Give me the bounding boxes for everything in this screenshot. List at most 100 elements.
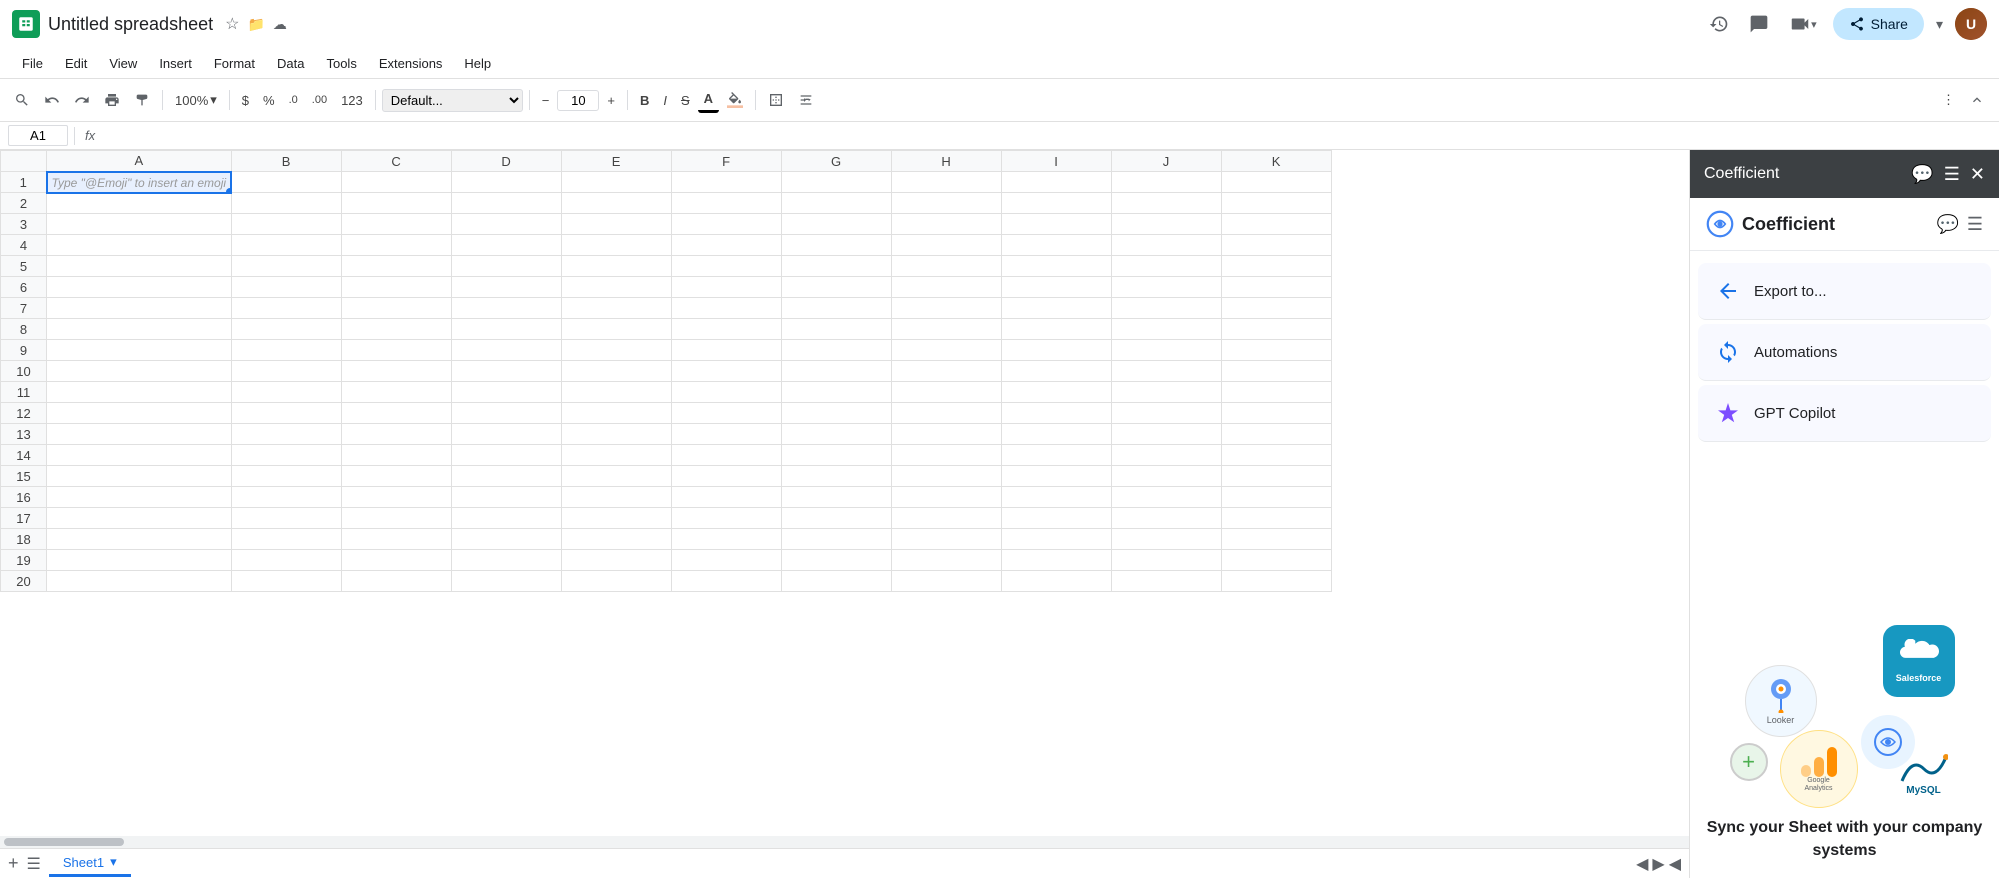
cell-G4[interactable] bbox=[781, 235, 891, 256]
avatar[interactable]: U bbox=[1955, 8, 1987, 40]
italic-button[interactable]: I bbox=[657, 89, 673, 112]
cell-E18[interactable] bbox=[561, 529, 671, 550]
cell-F6[interactable] bbox=[671, 277, 781, 298]
menu-tools[interactable]: Tools bbox=[316, 53, 366, 74]
cell-K13[interactable] bbox=[1221, 424, 1331, 445]
cell-J8[interactable] bbox=[1111, 319, 1221, 340]
cell-I16[interactable] bbox=[1001, 487, 1111, 508]
cell-E17[interactable] bbox=[561, 508, 671, 529]
cell-G1[interactable] bbox=[781, 172, 891, 193]
cell-D12[interactable] bbox=[451, 403, 561, 424]
cell-B11[interactable] bbox=[231, 382, 341, 403]
cell-G6[interactable] bbox=[781, 277, 891, 298]
cell-H1[interactable] bbox=[891, 172, 1001, 193]
cell-I11[interactable] bbox=[1001, 382, 1111, 403]
cell-J12[interactable] bbox=[1111, 403, 1221, 424]
cell-G3[interactable] bbox=[781, 214, 891, 235]
cell-H8[interactable] bbox=[891, 319, 1001, 340]
text-color-button[interactable]: A bbox=[698, 87, 719, 113]
cell-E11[interactable] bbox=[561, 382, 671, 403]
cell-G15[interactable] bbox=[781, 466, 891, 487]
cell-I12[interactable] bbox=[1001, 403, 1111, 424]
number-format-button[interactable]: 123 bbox=[335, 89, 369, 112]
cell-F12[interactable] bbox=[671, 403, 781, 424]
cell-J13[interactable] bbox=[1111, 424, 1221, 445]
cell-K11[interactable] bbox=[1221, 382, 1331, 403]
col-header-f[interactable]: F bbox=[671, 151, 781, 172]
cell-K10[interactable] bbox=[1221, 361, 1331, 382]
cell-C15[interactable] bbox=[341, 466, 451, 487]
cell-H6[interactable] bbox=[891, 277, 1001, 298]
cell-F16[interactable] bbox=[671, 487, 781, 508]
menu-edit[interactable]: Edit bbox=[55, 53, 97, 74]
cell-E3[interactable] bbox=[561, 214, 671, 235]
cell-I14[interactable] bbox=[1001, 445, 1111, 466]
cell-J16[interactable] bbox=[1111, 487, 1221, 508]
cell-D9[interactable] bbox=[451, 340, 561, 361]
cell-A3[interactable] bbox=[47, 214, 232, 235]
menu-format[interactable]: Format bbox=[204, 53, 265, 74]
col-header-b[interactable]: B bbox=[231, 151, 341, 172]
cell-C16[interactable] bbox=[341, 487, 451, 508]
cell-I19[interactable] bbox=[1001, 550, 1111, 571]
share-button[interactable]: Share bbox=[1833, 8, 1924, 40]
print-button[interactable] bbox=[98, 88, 126, 112]
cell-I7[interactable] bbox=[1001, 298, 1111, 319]
cell-I15[interactable] bbox=[1001, 466, 1111, 487]
cell-K7[interactable] bbox=[1221, 298, 1331, 319]
col-header-g[interactable]: G bbox=[781, 151, 891, 172]
cell-J9[interactable] bbox=[1111, 340, 1221, 361]
cell-F17[interactable] bbox=[671, 508, 781, 529]
cell-I20[interactable] bbox=[1001, 571, 1111, 592]
cell-G12[interactable] bbox=[781, 403, 891, 424]
cell-I10[interactable] bbox=[1001, 361, 1111, 382]
cell-D8[interactable] bbox=[451, 319, 561, 340]
cell-B14[interactable] bbox=[231, 445, 341, 466]
merge-button[interactable] bbox=[792, 88, 820, 112]
cell-H14[interactable] bbox=[891, 445, 1001, 466]
paint-format-button[interactable] bbox=[128, 88, 156, 112]
cell-C5[interactable] bbox=[341, 256, 451, 277]
cell-J5[interactable] bbox=[1111, 256, 1221, 277]
cell-C10[interactable] bbox=[341, 361, 451, 382]
percent-button[interactable]: % bbox=[257, 89, 281, 112]
cell-E13[interactable] bbox=[561, 424, 671, 445]
increase-font-button[interactable]: + bbox=[601, 89, 621, 112]
cell-E1[interactable] bbox=[561, 172, 671, 193]
cell-H4[interactable] bbox=[891, 235, 1001, 256]
cell-C20[interactable] bbox=[341, 571, 451, 592]
cell-F7[interactable] bbox=[671, 298, 781, 319]
cell-A6[interactable] bbox=[47, 277, 232, 298]
cell-K1[interactable] bbox=[1221, 172, 1331, 193]
cell-D10[interactable] bbox=[451, 361, 561, 382]
cell-D4[interactable] bbox=[451, 235, 561, 256]
cell-A8[interactable] bbox=[47, 319, 232, 340]
cloud-icon[interactable]: ☁ bbox=[273, 16, 287, 33]
cell-C9[interactable] bbox=[341, 340, 451, 361]
cell-B20[interactable] bbox=[231, 571, 341, 592]
currency-button[interactable]: $ bbox=[236, 89, 255, 112]
cell-J6[interactable] bbox=[1111, 277, 1221, 298]
cell-G16[interactable] bbox=[781, 487, 891, 508]
panel-chat-icon[interactable]: 💬 bbox=[1911, 164, 1933, 185]
bold-button[interactable]: B bbox=[634, 89, 655, 112]
video-button[interactable]: ▾ bbox=[1785, 9, 1821, 39]
cell-K17[interactable] bbox=[1221, 508, 1331, 529]
cell-H2[interactable] bbox=[891, 193, 1001, 214]
formula-input[interactable] bbox=[105, 126, 1991, 145]
menu-insert[interactable]: Insert bbox=[149, 53, 202, 74]
cell-H19[interactable] bbox=[891, 550, 1001, 571]
cell-D11[interactable] bbox=[451, 382, 561, 403]
cell-H12[interactable] bbox=[891, 403, 1001, 424]
cell-H10[interactable] bbox=[891, 361, 1001, 382]
cell-B17[interactable] bbox=[231, 508, 341, 529]
collapse-panel-button[interactable]: ◀ bbox=[1669, 854, 1681, 874]
cell-A17[interactable] bbox=[47, 508, 232, 529]
menu-view[interactable]: View bbox=[99, 53, 147, 74]
cell-reference-input[interactable] bbox=[8, 125, 68, 146]
cell-F19[interactable] bbox=[671, 550, 781, 571]
strikethrough-button[interactable]: S bbox=[675, 89, 696, 112]
cell-I4[interactable] bbox=[1001, 235, 1111, 256]
cell-D14[interactable] bbox=[451, 445, 561, 466]
cell-J17[interactable] bbox=[1111, 508, 1221, 529]
